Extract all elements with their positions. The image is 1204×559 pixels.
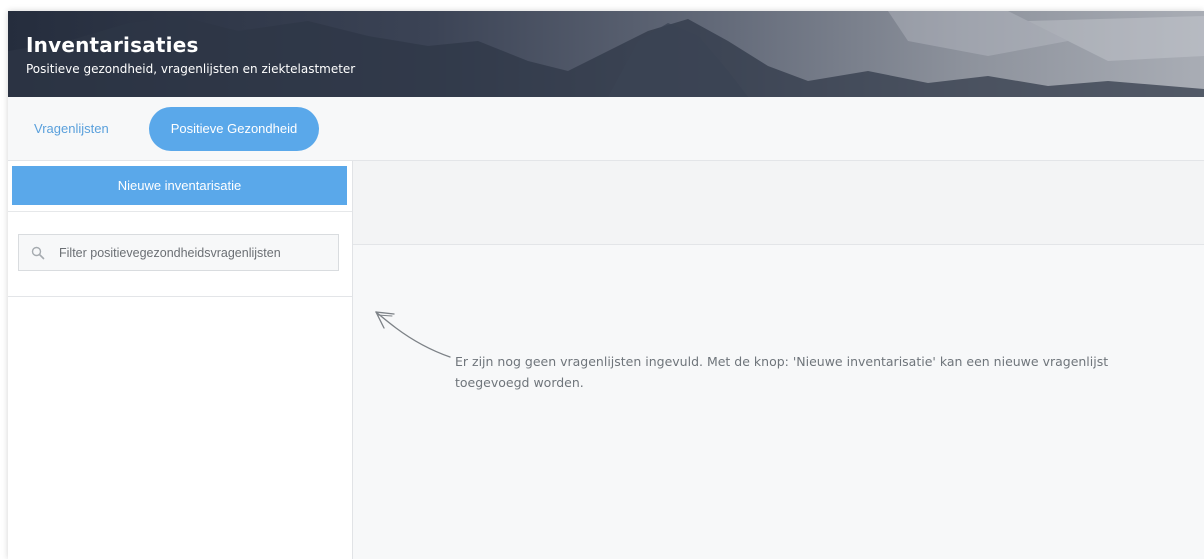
tab-bar: Vragenlijsten Positieve Gezondheid <box>8 97 1204 161</box>
header-banner: Inventarisaties Positieve gezondheid, vr… <box>8 11 1204 97</box>
detail-header <box>353 161 1204 245</box>
curved-arrow-icon <box>375 311 451 358</box>
page-subtitle: Positieve gezondheid, vragenlijsten en z… <box>26 62 356 76</box>
empty-state-message: Er zijn nog geen vragenlijsten ingevuld.… <box>455 354 1109 390</box>
app-window: Inventarisaties Positieve gezondheid, vr… <box>8 11 1204 559</box>
tab-positieve-gezondheid[interactable]: Positieve Gezondheid <box>149 107 319 151</box>
search-icon <box>31 246 45 260</box>
divider <box>8 211 352 212</box>
detail-body: Er zijn nog geen vragenlijsten ingevuld.… <box>353 245 1204 559</box>
filter-input[interactable] <box>59 235 334 270</box>
page-title: Inventarisaties <box>26 33 199 57</box>
new-inventory-button[interactable]: Nieuwe inventarisatie <box>12 166 347 205</box>
sidebar-panel: Nieuwe inventarisatie <box>8 161 353 559</box>
tab-vragenlijsten[interactable]: Vragenlijsten <box>24 107 119 151</box>
divider <box>8 296 352 297</box>
filter-field[interactable] <box>18 234 339 271</box>
